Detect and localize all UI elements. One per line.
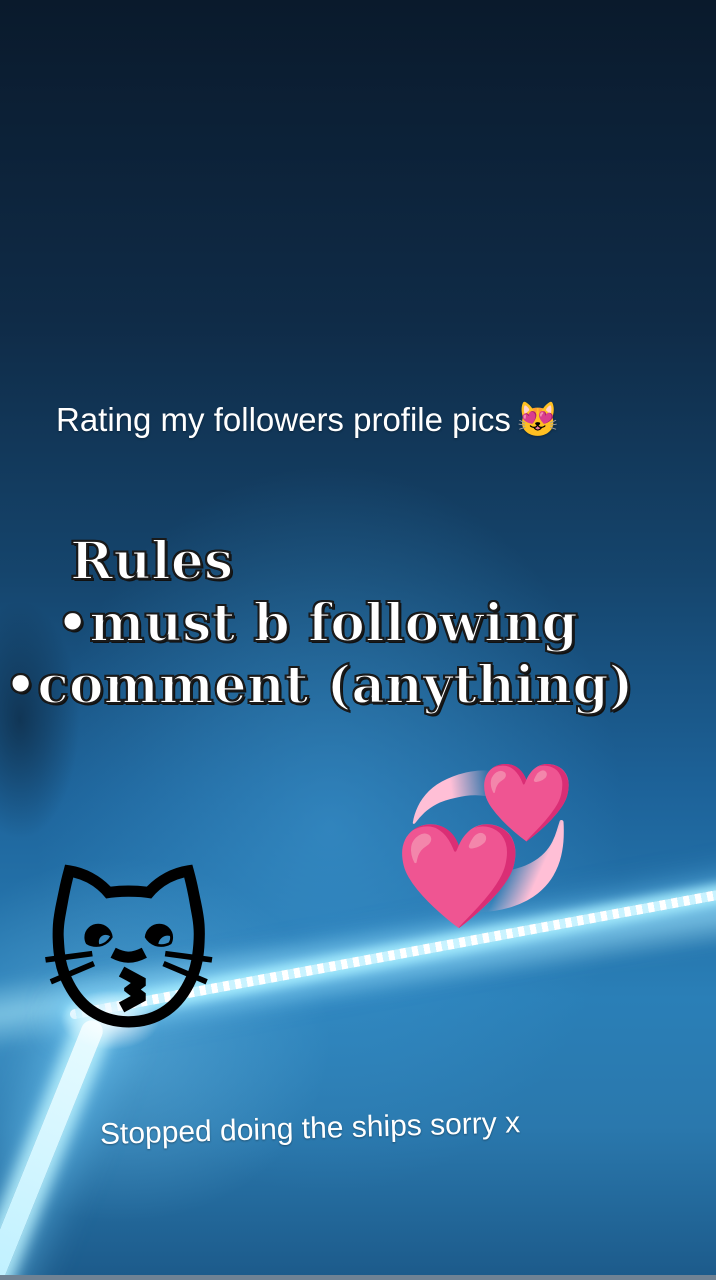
photo-background: Rating my followers profile pics 😻 Rules … <box>0 0 716 1280</box>
bottom-edge-bar <box>0 1275 716 1280</box>
rule-item: •comment (anything) <box>3 655 634 716</box>
revolving-hearts-sticker: 💞 <box>392 758 579 932</box>
footer-caption: Stopped doing the ships sorry x <box>99 1106 521 1151</box>
rule-item: •must b following <box>55 593 579 654</box>
heart-eyes-cat-icon: 😻 <box>516 401 560 439</box>
title-text: Rating my followers profile pics <box>56 401 511 438</box>
title-caption: Rating my followers profile pics 😻 <box>56 400 559 440</box>
kissing-cat-sticker: 😽 <box>40 858 218 1056</box>
rules-heading: Rules <box>69 531 234 592</box>
led-light-strip-diagonal <box>0 1016 107 1280</box>
